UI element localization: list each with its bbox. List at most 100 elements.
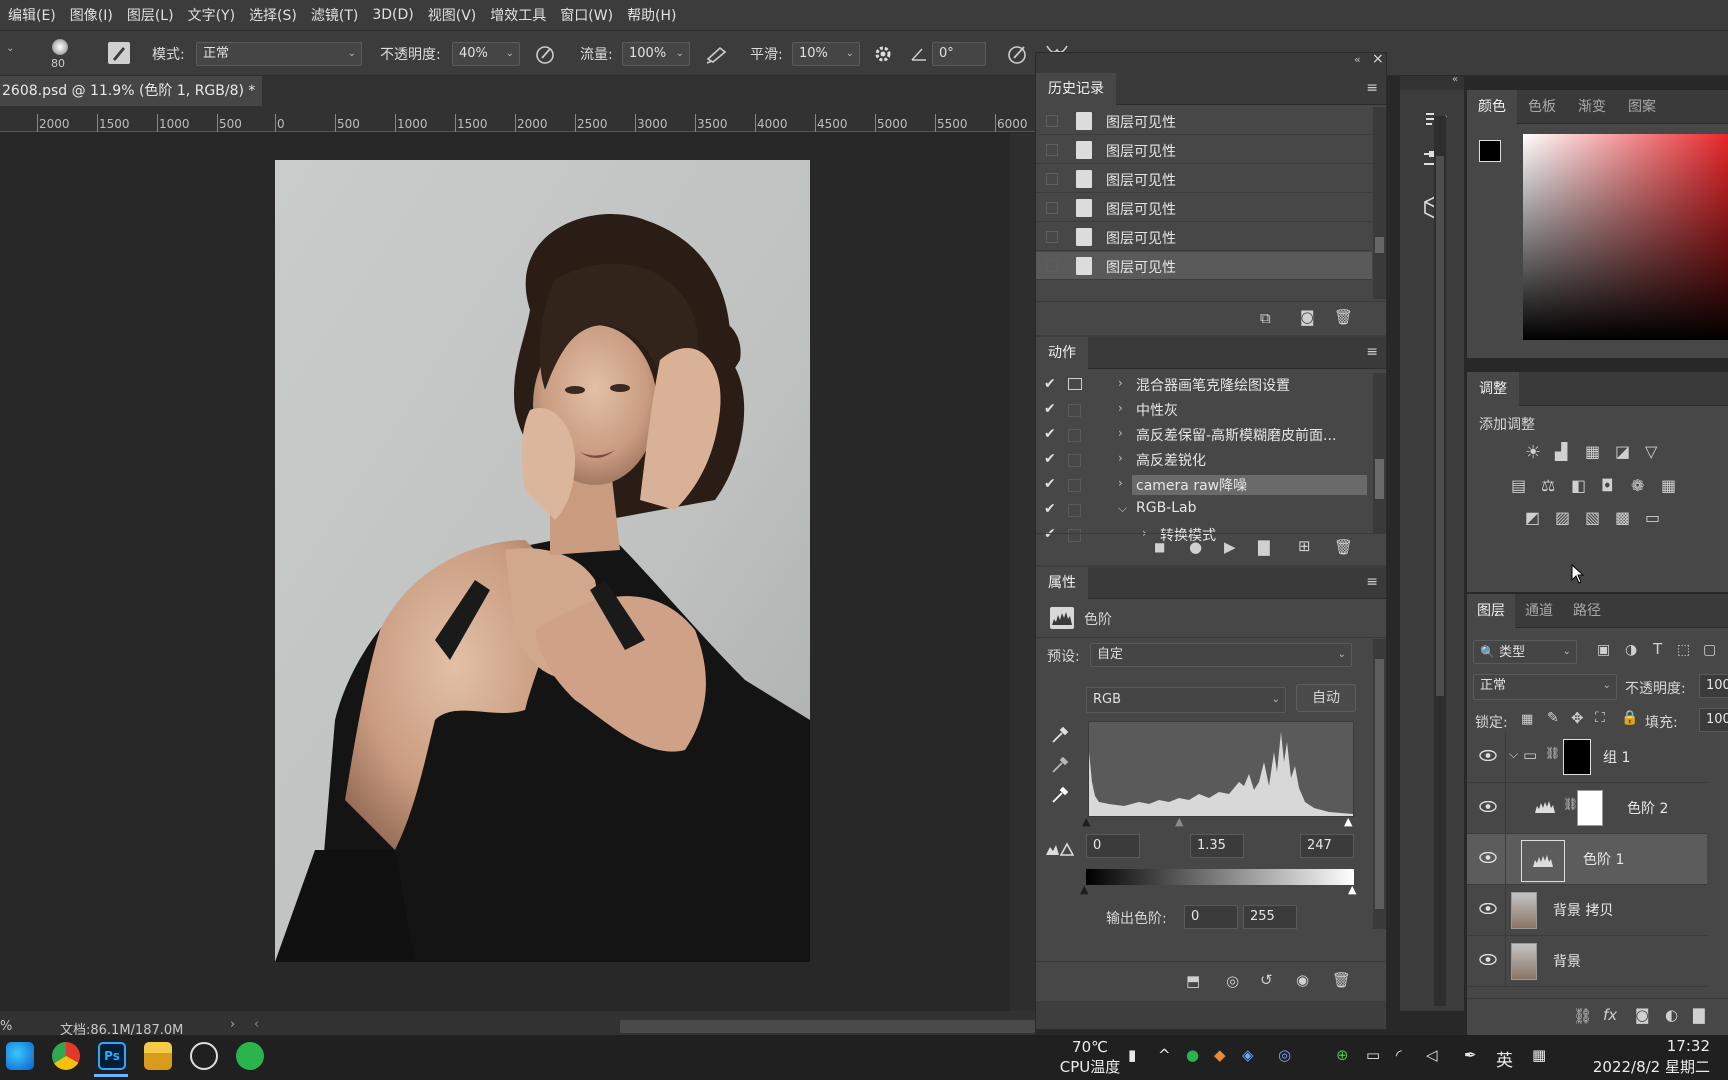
tray-plus-icon[interactable]: ⊕	[1336, 1046, 1349, 1064]
tray-app-icon[interactable]: ◆	[1214, 1046, 1226, 1064]
action-dialog-toggle[interactable]	[1068, 454, 1081, 467]
chevron-right-icon[interactable]: ›	[1118, 476, 1123, 490]
filter-smart-object-icon[interactable]: ▢	[1703, 642, 1716, 658]
layer-photo-thumbnail[interactable]	[1511, 892, 1537, 929]
gear-icon[interactable]	[873, 44, 893, 64]
history-item[interactable]: 图层可见性	[1036, 194, 1372, 222]
action-item[interactable]: ✔ ⌵ RGB-Lab	[1036, 498, 1372, 523]
eye-visibility-icon[interactable]	[1479, 800, 1497, 813]
history-tab[interactable]: 历史记录	[1036, 73, 1116, 105]
menu-item[interactable]: 选择(S)	[249, 5, 297, 25]
layer-name[interactable]: 背景	[1553, 951, 1581, 971]
layer-row[interactable]: ⛓ 色阶 2	[1467, 783, 1707, 834]
tray-sync-icon[interactable]: ◎	[1278, 1046, 1291, 1064]
menu-item[interactable]: 3D(D)	[372, 7, 413, 23]
stop-icon[interactable]: ■	[1154, 540, 1165, 554]
chevron-right-icon[interactable]: ›	[1118, 401, 1123, 415]
clip-to-layer-icon[interactable]: ⬒	[1186, 972, 1200, 990]
color-tab[interactable]: 色板	[1517, 90, 1567, 124]
history-scrollbar[interactable]	[1373, 107, 1386, 299]
layer-name[interactable]: 色阶 1	[1583, 849, 1624, 869]
airbrush-icon[interactable]	[704, 43, 730, 65]
brush-panel-toggle-icon[interactable]	[108, 42, 130, 64]
filter-shape-icon[interactable]: ⬚	[1677, 642, 1690, 658]
input-gamma-field[interactable]: 1.35	[1190, 834, 1244, 858]
layer-name[interactable]: 组 1	[1603, 747, 1630, 767]
invert-icon[interactable]: ◩	[1525, 508, 1540, 527]
menu-item[interactable]: 滤镜(T)	[311, 5, 358, 25]
clipping-warning-icon[interactable]	[1044, 839, 1074, 859]
chrome-icon[interactable]	[52, 1042, 80, 1070]
action-enabled-checkmark[interactable]: ✔	[1044, 476, 1056, 492]
menu-item[interactable]: 增效工具	[490, 5, 546, 25]
volume-icon[interactable]: ◁	[1426, 1046, 1438, 1064]
layer-mask-thumbnail[interactable]	[1577, 790, 1603, 826]
wechat-tray-icon[interactable]: ●	[1186, 1046, 1199, 1064]
layer-row[interactable]: 背景 拷贝	[1467, 885, 1707, 936]
color-lookup-icon[interactable]: ▦	[1661, 476, 1676, 495]
levels-adjustment-thumbnail[interactable]	[1531, 789, 1559, 825]
color-tab[interactable]: 颜色	[1467, 90, 1517, 124]
actions-tab[interactable]: 动作	[1036, 337, 1088, 369]
eye-visibility-icon[interactable]	[1479, 902, 1497, 915]
posterize-icon[interactable]: ▨	[1555, 508, 1570, 527]
play-icon[interactable]: ▶	[1224, 538, 1236, 556]
action-item[interactable]: ✔ › 中性灰	[1036, 398, 1372, 423]
toggle-visibility-icon[interactable]: ◉	[1296, 971, 1309, 989]
filter-pixel-icon[interactable]: ▣	[1597, 642, 1610, 658]
wifi-icon[interactable]: ◜	[1396, 1046, 1402, 1064]
floating-panel-titlebar[interactable]: « ×	[1036, 51, 1386, 73]
input-white-field[interactable]: 247	[1300, 834, 1354, 858]
levels-adjustment-thumbnail[interactable]	[1521, 840, 1565, 882]
layer-name[interactable]: 背景 拷贝	[1553, 900, 1613, 920]
photo-filter-icon[interactable]: ◘	[1601, 476, 1614, 495]
scroll-left-icon[interactable]: ‹	[254, 1017, 259, 1032]
dock-scrollbar[interactable]	[1434, 116, 1446, 1006]
view-previous-state-icon[interactable]: ◎	[1226, 972, 1239, 990]
gray-point-eyedropper-icon[interactable]	[1050, 755, 1070, 775]
filter-adjustment-icon[interactable]: ◑	[1625, 642, 1637, 658]
status-zoom[interactable]: %	[0, 1019, 12, 1034]
portrait-photo[interactable]	[275, 160, 810, 962]
adjustments-tab[interactable]: 调整	[1467, 372, 1519, 406]
color-balance-icon[interactable]: ⚖	[1541, 476, 1555, 495]
actions-scrollbar[interactable]	[1373, 373, 1386, 533]
flow-field[interactable]: 100% ⌄	[622, 42, 690, 66]
channel-select[interactable]: RGB ⌄	[1086, 687, 1286, 713]
action-dialog-toggle[interactable]	[1068, 429, 1081, 442]
collapse-icon[interactable]: «	[1354, 53, 1361, 66]
chevron-up-icon[interactable]: ^	[1158, 1046, 1171, 1064]
color-picker-field[interactable]	[1523, 134, 1728, 340]
history-item[interactable]: 图层可见性	[1036, 223, 1372, 251]
pen-icon[interactable]: ✒	[1464, 1046, 1477, 1064]
input-gamma-handle[interactable]: ▲	[1175, 815, 1183, 828]
layer-photo-thumbnail[interactable]	[1511, 943, 1537, 980]
action-enabled-checkmark[interactable]: ✔	[1044, 376, 1056, 392]
record-icon[interactable]: ●	[1189, 538, 1202, 556]
chevron-right-icon[interactable]: ›	[1118, 451, 1123, 465]
white-point-eyedropper-icon[interactable]	[1050, 785, 1070, 805]
history-checkbox[interactable]	[1046, 231, 1058, 243]
auto-button[interactable]: 自动	[1296, 684, 1356, 712]
canvas-vertical-scrollbar[interactable]	[1010, 133, 1035, 1011]
horizontal-scrollbar-thumb[interactable]	[620, 1020, 1035, 1033]
menu-item[interactable]: 文字(Y)	[188, 5, 235, 25]
layers-tab[interactable]: 通道	[1515, 594, 1563, 628]
photoshop-icon[interactable]: Ps	[98, 1042, 126, 1070]
properties-scrollbar[interactable]	[1373, 639, 1386, 929]
pressure-size-icon[interactable]	[1006, 42, 1030, 66]
cpu-temperature-widget[interactable]: 70℃ CPU温度	[1050, 1037, 1130, 1077]
history-checkbox[interactable]	[1046, 260, 1058, 272]
eye-visibility-icon[interactable]	[1479, 851, 1497, 864]
lock-transparent-icon[interactable]: ▦	[1521, 712, 1533, 727]
input-white-handle[interactable]: ▲	[1344, 815, 1352, 828]
status-arrow-icon[interactable]: ›	[230, 1017, 235, 1032]
fill-field[interactable]: 100%	[1699, 708, 1728, 732]
action-dialog-toggle[interactable]	[1068, 479, 1081, 492]
history-item[interactable]: 图层可见性	[1036, 252, 1372, 280]
history-checkbox[interactable]	[1046, 173, 1058, 185]
keyboard-grid-icon[interactable]: ▦	[1532, 1046, 1546, 1064]
trash-icon[interactable]: 🗑	[1334, 308, 1353, 326]
panel-menu-icon[interactable]: ≡	[1366, 80, 1378, 96]
input-black-handle[interactable]: ▲	[1082, 815, 1090, 828]
